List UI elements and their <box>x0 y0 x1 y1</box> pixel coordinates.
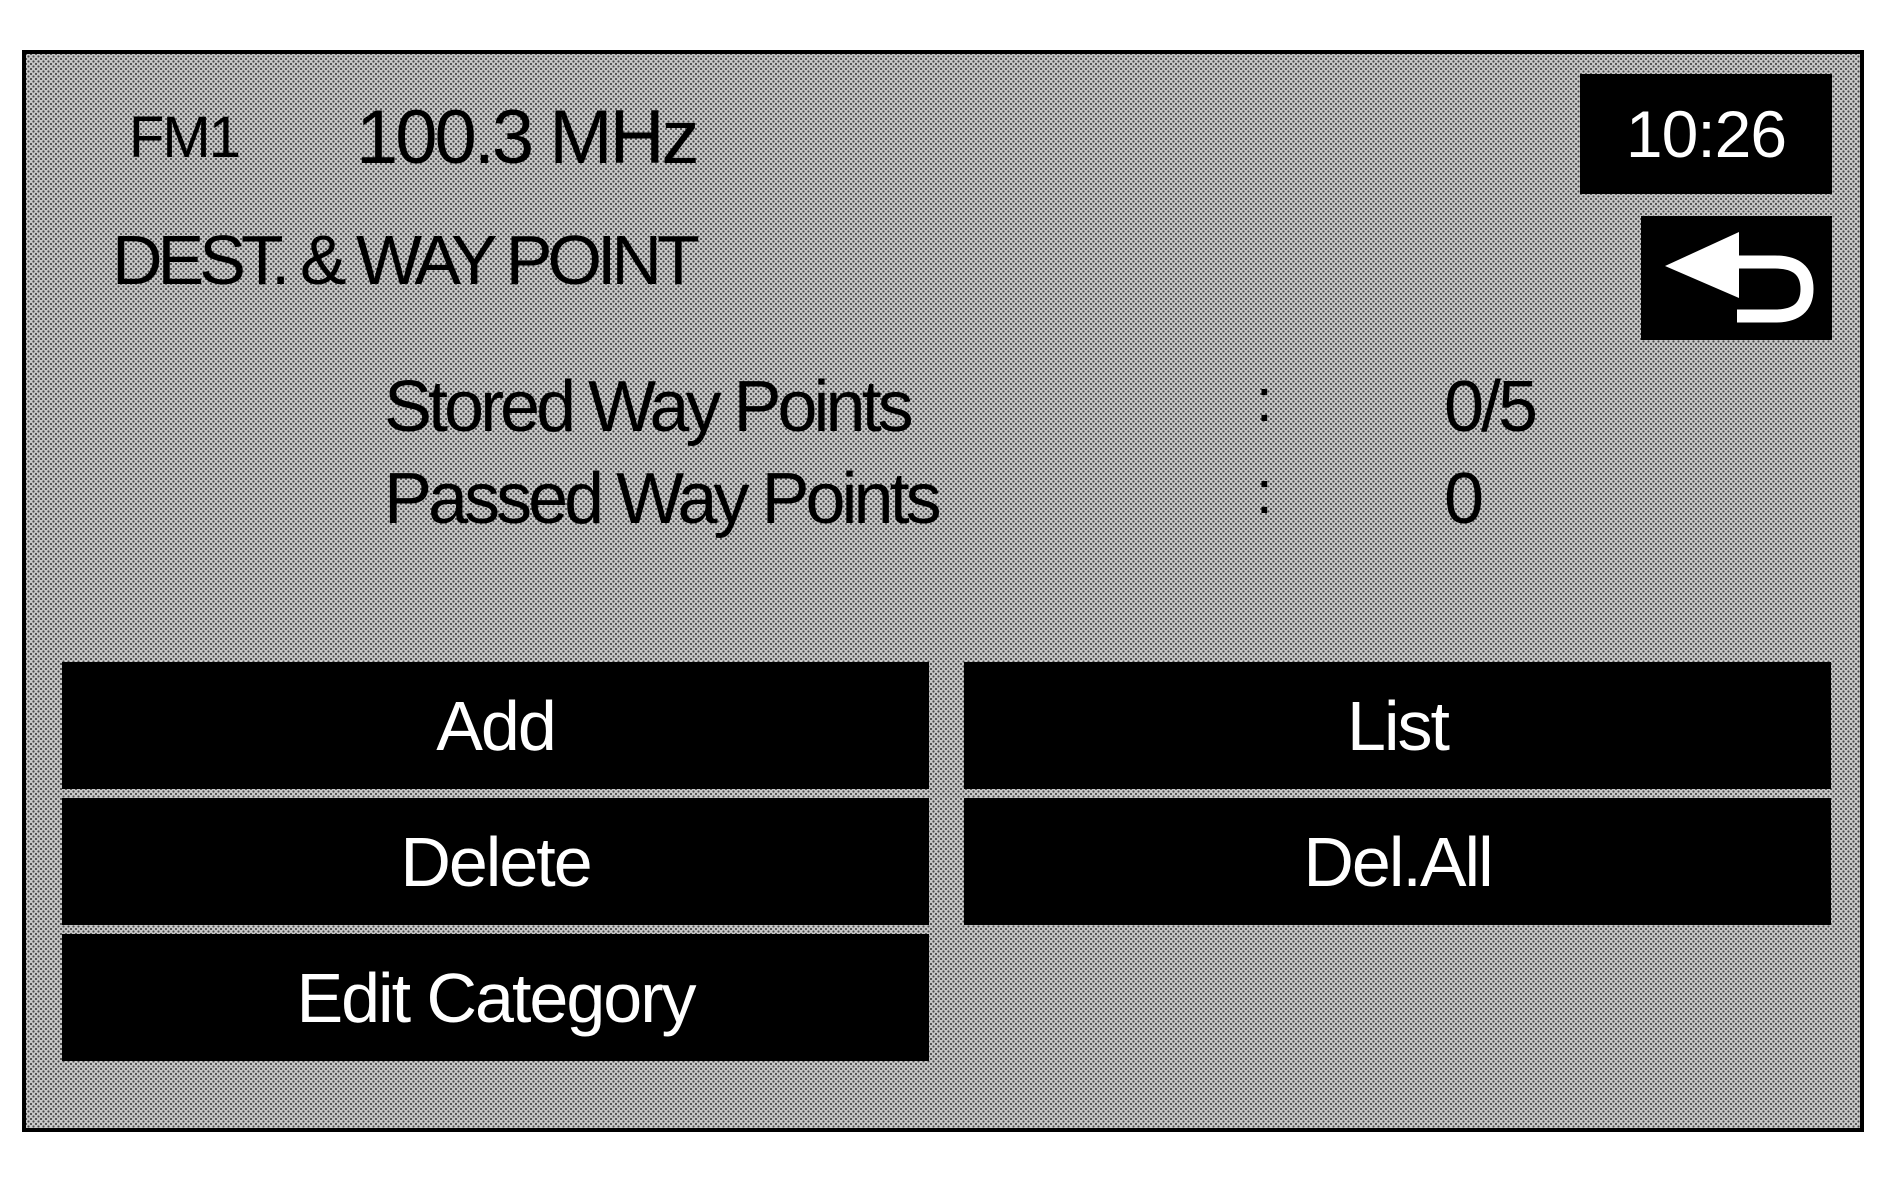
stored-waypoints-value: 0/5 <box>1444 367 1538 447</box>
delete-all-button[interactable]: Del.All <box>964 798 1831 925</box>
clock-time: 10:26 <box>1625 97 1787 171</box>
radio-band-label: FM1 <box>129 105 241 170</box>
passed-waypoints-value: 0 <box>1444 459 1484 539</box>
passed-waypoints-label: Passed Way Points <box>384 459 942 539</box>
add-button[interactable]: Add <box>62 662 929 789</box>
page-title: DEST. & WAY POINT <box>112 221 700 299</box>
clock-display: 10:26 <box>1580 74 1832 194</box>
return-arrow-icon <box>1664 232 1814 323</box>
stored-waypoints-separator: : <box>1256 367 1273 434</box>
passed-waypoints-separator: : <box>1256 459 1273 526</box>
delete-button[interactable]: Delete <box>62 798 929 925</box>
delete-button-label: Delete <box>400 822 592 901</box>
edit-category-button[interactable]: Edit Category <box>62 934 929 1061</box>
delete-all-button-label: Del.All <box>1303 822 1493 901</box>
stored-waypoints-label: Stored Way Points <box>384 367 914 447</box>
list-button[interactable]: List <box>964 662 1831 789</box>
radio-frequency: 100.3 MHz <box>356 95 699 180</box>
back-button[interactable] <box>1641 216 1832 340</box>
add-button-label: Add <box>436 686 557 765</box>
nav-screen: FM1 100.3 MHz 10:26 DEST. & WAY POINT St… <box>22 50 1864 1132</box>
edit-category-button-label: Edit Category <box>296 958 696 1037</box>
list-button-label: List <box>1347 686 1450 765</box>
